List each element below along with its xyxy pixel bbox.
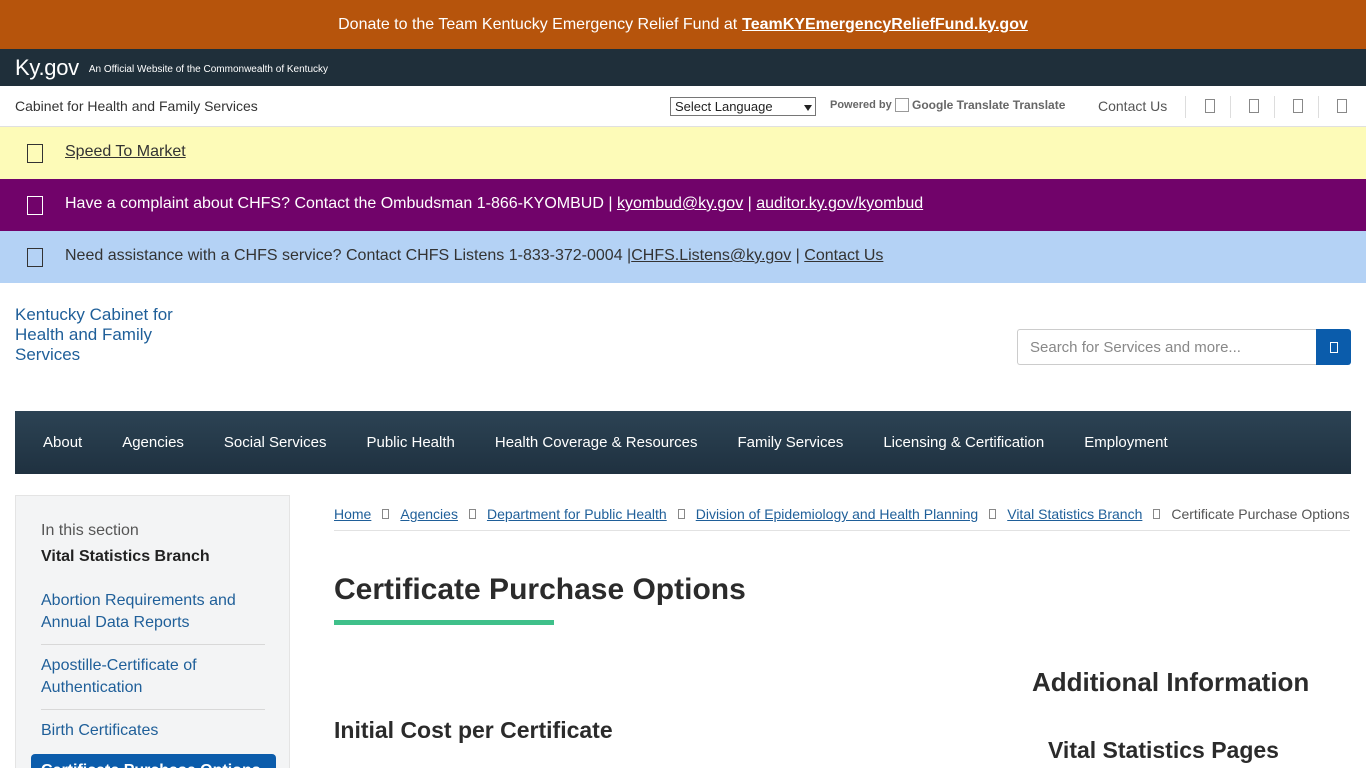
listens-contact-link[interactable]: Contact Us xyxy=(804,247,883,264)
ombudsman-text: Have a complaint about CHFS? Contact the… xyxy=(65,195,613,212)
sidebar-item-certificate-purchase-options[interactable]: Certificate Purchase Options xyxy=(31,754,276,768)
nav-item-about[interactable]: About xyxy=(23,434,102,451)
speed-to-market-link[interactable]: Speed To Market xyxy=(65,143,186,160)
info-icon xyxy=(27,144,43,163)
donate-link[interactable]: TeamKYEmergencyReliefFund.ky.gov xyxy=(742,16,1028,34)
divider xyxy=(1274,96,1275,118)
breadcrumb-home[interactable]: Home xyxy=(334,506,371,522)
breadcrumb-epidemiology[interactable]: Division of Epidemiology and Health Plan… xyxy=(696,506,979,522)
sidebar-item-apostille[interactable]: Apostille-Certificate of Authentication xyxy=(41,655,266,699)
initial-cost-heading: Initial Cost per Certificate xyxy=(334,717,613,743)
in-this-section-label: In this section xyxy=(41,522,139,539)
sidebar-item-birth-certificates[interactable]: Birth Certificates xyxy=(41,720,266,742)
main-navigation: About Agencies Social Services Public He… xyxy=(15,411,1351,474)
google-translate-link[interactable]: Google Translate Translate xyxy=(895,98,1065,112)
alert-speed-to-market: Speed To Market xyxy=(0,127,1366,179)
youtube-icon[interactable] xyxy=(1293,99,1303,113)
info-icon xyxy=(27,196,43,215)
instagram-icon[interactable] xyxy=(1337,99,1347,113)
breadcrumb: Home Agencies Department for Public Heal… xyxy=(334,498,1350,531)
facebook-icon[interactable] xyxy=(1205,99,1215,113)
divider xyxy=(41,644,265,645)
sidebar-section-title[interactable]: Vital Statistics Branch xyxy=(41,548,210,566)
divider xyxy=(1230,96,1231,118)
nav-item-public-health[interactable]: Public Health xyxy=(346,434,474,451)
divider xyxy=(41,709,265,710)
chevron-right-icon xyxy=(382,509,390,519)
nav-item-employment[interactable]: Employment xyxy=(1064,434,1187,451)
chevron-right-icon xyxy=(468,509,476,519)
nav-item-licensing[interactable]: Licensing & Certification xyxy=(863,434,1064,451)
site-search xyxy=(1017,329,1351,365)
breadcrumb-agencies[interactable]: Agencies xyxy=(400,506,458,522)
info-icon xyxy=(27,248,43,267)
breadcrumb-vital-statistics[interactable]: Vital Statistics Branch xyxy=(1007,506,1142,522)
search-input[interactable] xyxy=(1017,329,1316,365)
title-underline xyxy=(334,620,554,625)
sidebar-item-abortion-requirements[interactable]: Abortion Requirements and Annual Data Re… xyxy=(41,590,266,634)
chevron-right-icon xyxy=(1153,509,1161,519)
search-icon xyxy=(1329,341,1338,353)
breadcrumb-current: Certificate Purchase Options xyxy=(1171,506,1350,522)
cabinet-name: Cabinet for Health and Family Services xyxy=(15,98,258,114)
language-select-value: Select Language xyxy=(675,99,773,114)
nav-item-agencies[interactable]: Agencies xyxy=(102,434,204,451)
nav-item-social-services[interactable]: Social Services xyxy=(204,434,347,451)
listens-separator: | xyxy=(795,247,800,264)
kygov-brand[interactable]: Ky.gov xyxy=(15,55,79,81)
alert-chfs-listens: Need assistance with a CHFS service? Con… xyxy=(0,231,1366,283)
section-sidebar: In this section Vital Statistics Branch … xyxy=(15,495,290,768)
nav-item-family-services[interactable]: Family Services xyxy=(717,434,863,451)
listens-text: Need assistance with a CHFS service? Con… xyxy=(65,247,632,264)
listens-email-link[interactable]: CHFS.Listens@ky.gov xyxy=(631,247,791,264)
chevron-down-icon xyxy=(804,105,812,111)
vital-statistics-pages-heading: Vital Statistics Pages xyxy=(1048,737,1279,763)
ombudsman-separator: | xyxy=(747,195,752,212)
page-title: Certificate Purchase Options xyxy=(334,573,746,606)
divider xyxy=(1318,96,1319,118)
nav-item-health-coverage[interactable]: Health Coverage & Resources xyxy=(475,434,718,451)
donate-text: Donate to the Team Kentucky Emergency Re… xyxy=(338,15,738,33)
donate-banner: Donate to the Team Kentucky Emergency Re… xyxy=(0,0,1366,49)
additional-information-heading: Additional Information xyxy=(1032,667,1310,697)
google-translate-label: Google Translate Translate xyxy=(912,98,1066,112)
breadcrumb-public-health[interactable]: Department for Public Health xyxy=(487,506,667,522)
chfs-logo[interactable]: Kentucky Cabinet for Health and Family S… xyxy=(15,305,190,365)
kygov-bar: Ky.gov An Official Website of the Common… xyxy=(0,49,1366,86)
utility-bar: Cabinet for Health and Family Services S… xyxy=(0,86,1366,127)
official-website-label: An Official Website of the Commonwealth … xyxy=(88,64,329,75)
language-select[interactable]: Select Language xyxy=(670,97,816,116)
twitter-icon[interactable] xyxy=(1249,99,1259,113)
ombudsman-url-link[interactable]: auditor.ky.gov/kyombud xyxy=(756,195,923,212)
powered-by-label: Powered by xyxy=(830,99,892,111)
chevron-right-icon xyxy=(989,509,997,519)
chevron-right-icon xyxy=(677,509,685,519)
search-button[interactable] xyxy=(1316,329,1351,365)
contact-us-link[interactable]: Contact Us xyxy=(1098,98,1167,114)
divider xyxy=(1185,96,1186,118)
google-translate-icon xyxy=(895,98,909,112)
alert-ombudsman: Have a complaint about CHFS? Contact the… xyxy=(0,179,1366,231)
logo-alt-text: Kentucky Cabinet for Health and Family S… xyxy=(15,305,173,364)
ombudsman-email-link[interactable]: kyombud@ky.gov xyxy=(617,195,743,212)
